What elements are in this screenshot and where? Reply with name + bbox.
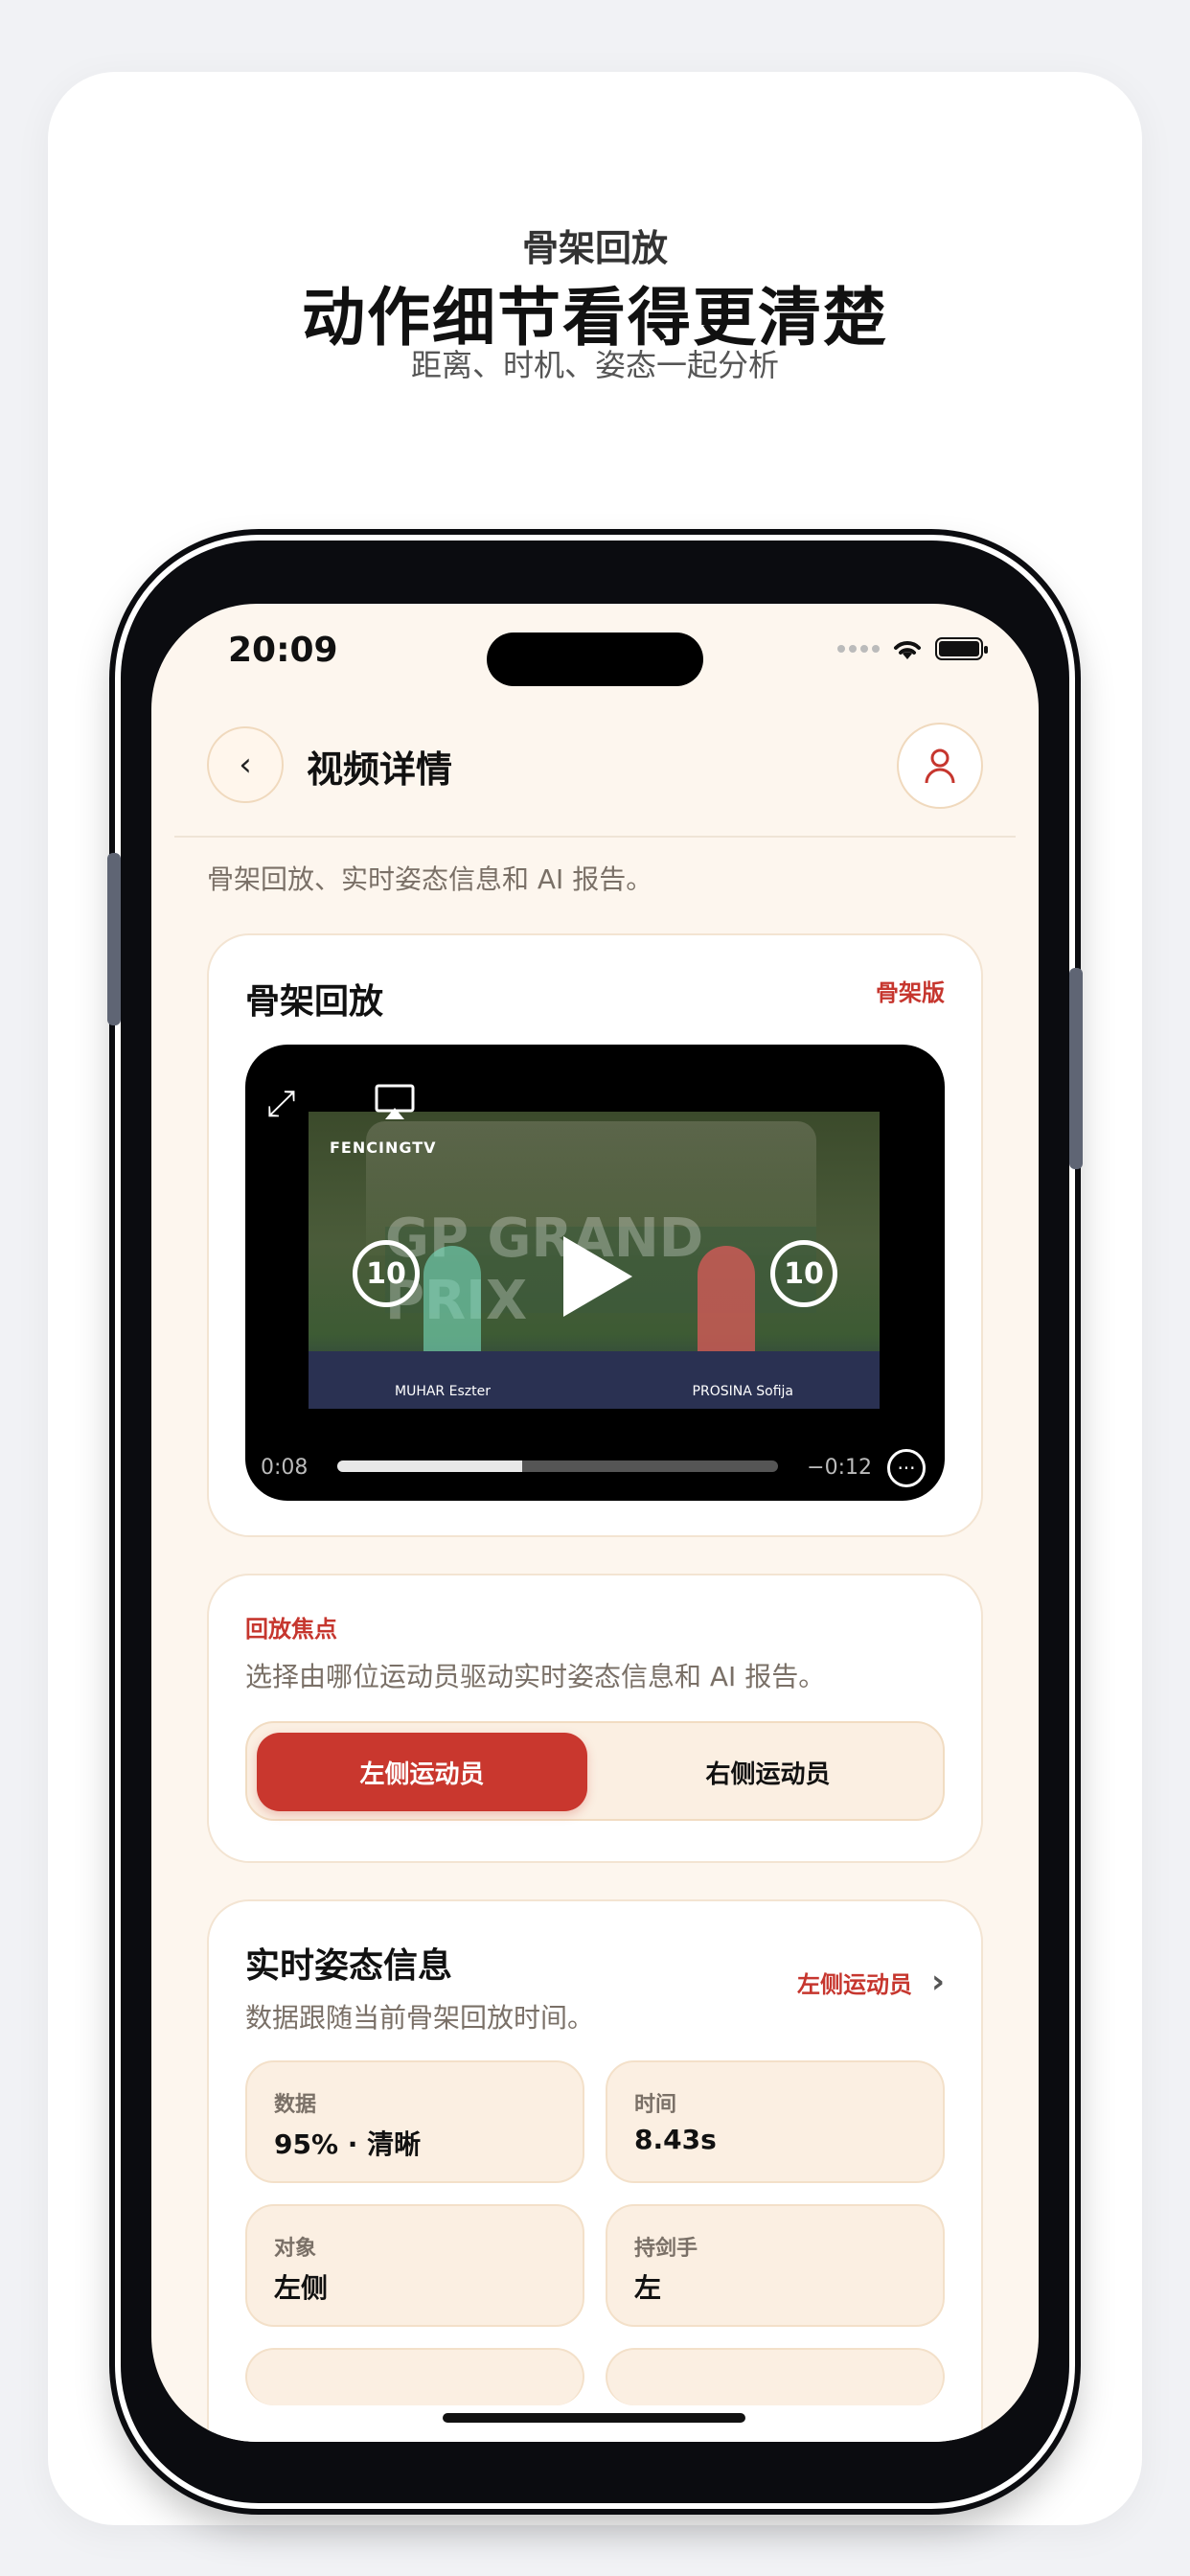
stat-tile: 时间 8.43s [606,2060,945,2183]
stat-value: 左 [634,2272,662,2304]
more-icon[interactable]: ··· [887,1449,926,1487]
profile-button[interactable] [897,723,983,809]
dynamic-island [487,632,703,686]
hero-description: 距离、时机、姿态一起分析 [410,347,779,383]
focus-card: 回放焦点 选择由哪位运动员驱动实时姿态信息和 AI 报告。 左侧运动员 右侧运动… [207,1574,983,1863]
athlete-segmented-control: 左侧运动员 右侧运动员 [245,1721,945,1821]
chevron-left-icon: ‹ [239,746,252,784]
stat-value: 95% · 清晰 [274,2128,422,2160]
back-button[interactable]: ‹ [207,726,284,803]
left-athlete-button[interactable]: 左侧运动员 [257,1733,587,1811]
battery-icon [935,637,988,660]
stat-tile: 对象 左侧 [245,2204,584,2327]
hero-subtitle: 骨架回放 [521,227,668,269]
progress-fill [337,1460,523,1472]
progress-bar[interactable] [337,1460,778,1472]
airplay-icon[interactable] [374,1083,416,1121]
nav-bar: ‹ 视频详情 [151,723,1039,813]
fencingtv-logo: FENCINGTV [330,1138,437,1157]
right-fencer-name: PROSINA Sofija [692,1384,793,1399]
page-title: 视频详情 [307,748,453,791]
scoreboard-names: MUHAR Eszter PROSINA Sofija [395,1384,793,1399]
stat-label: 持剑手 [634,2237,698,2261]
divider [174,836,1016,838]
power-button [1069,968,1083,1169]
skeleton-badge: 骨架版 [876,979,945,1006]
playback-card: 骨架回放 骨架版 GP GRAND PRIX MUHAR Eszter PROS… [207,933,983,1537]
piste [309,1351,880,1409]
remaining-time: −0:12 [807,1456,872,1480]
skip-back-icon[interactable]: 10 [353,1240,420,1307]
stat-tile: 持剑手 左 [606,2204,945,2327]
skip-forward-icon[interactable]: 10 [770,1240,837,1307]
intro-text: 骨架回放、实时姿态信息和 AI 报告。 [207,863,653,895]
left-fencer-name: MUHAR Eszter [395,1384,491,1399]
user-icon [925,748,955,784]
home-indicator [443,2413,745,2423]
phone-screen: 20:09 ‹ 视频详情 骨架回放、实时姿态信息和 AI 报告。 骨架回放 骨架… [151,604,1039,2442]
stats-title: 实时姿态信息 [245,1946,453,1986]
status-time: 20:09 [228,631,338,670]
right-athlete-button[interactable]: 右侧运动员 [603,1733,933,1811]
focus-label: 回放焦点 [245,1616,337,1643]
athlete-selector[interactable]: 左侧运动员 › [797,1963,945,2001]
stat-value: 8.43s [634,2124,717,2155]
stat-tile: 数据 95% · 清晰 [245,2060,584,2183]
video-player[interactable]: GP GRAND PRIX MUHAR Eszter PROSINA Sofij… [245,1045,945,1501]
volume-button [107,853,121,1025]
stats-card: 实时姿态信息 数据跟随当前骨架回放时间。 左侧运动员 › 数据 95% · 清晰… [207,1899,983,2442]
current-time: 0:08 [261,1456,309,1480]
stat-value: 左侧 [274,2272,329,2304]
playback-title: 骨架回放 [245,982,384,1022]
athlete-selector-label: 左侧运动员 [796,1970,912,1998]
stat-tile-partial [245,2348,584,2405]
signal-icon [837,645,880,653]
stat-label: 数据 [274,2093,317,2117]
status-icons [837,636,988,661]
stats-description: 数据跟随当前骨架回放时间。 [245,2002,595,2034]
stat-tile-partial [606,2348,945,2405]
stat-label: 时间 [634,2093,677,2117]
expand-icon[interactable]: ⤢ [266,1085,295,1121]
stat-label: 对象 [274,2237,317,2261]
chevron-right-icon: › [930,1963,945,2001]
focus-description: 选择由哪位运动员驱动实时姿态信息和 AI 报告。 [245,1661,826,1692]
play-icon[interactable] [563,1236,632,1317]
wifi-icon [894,641,921,659]
